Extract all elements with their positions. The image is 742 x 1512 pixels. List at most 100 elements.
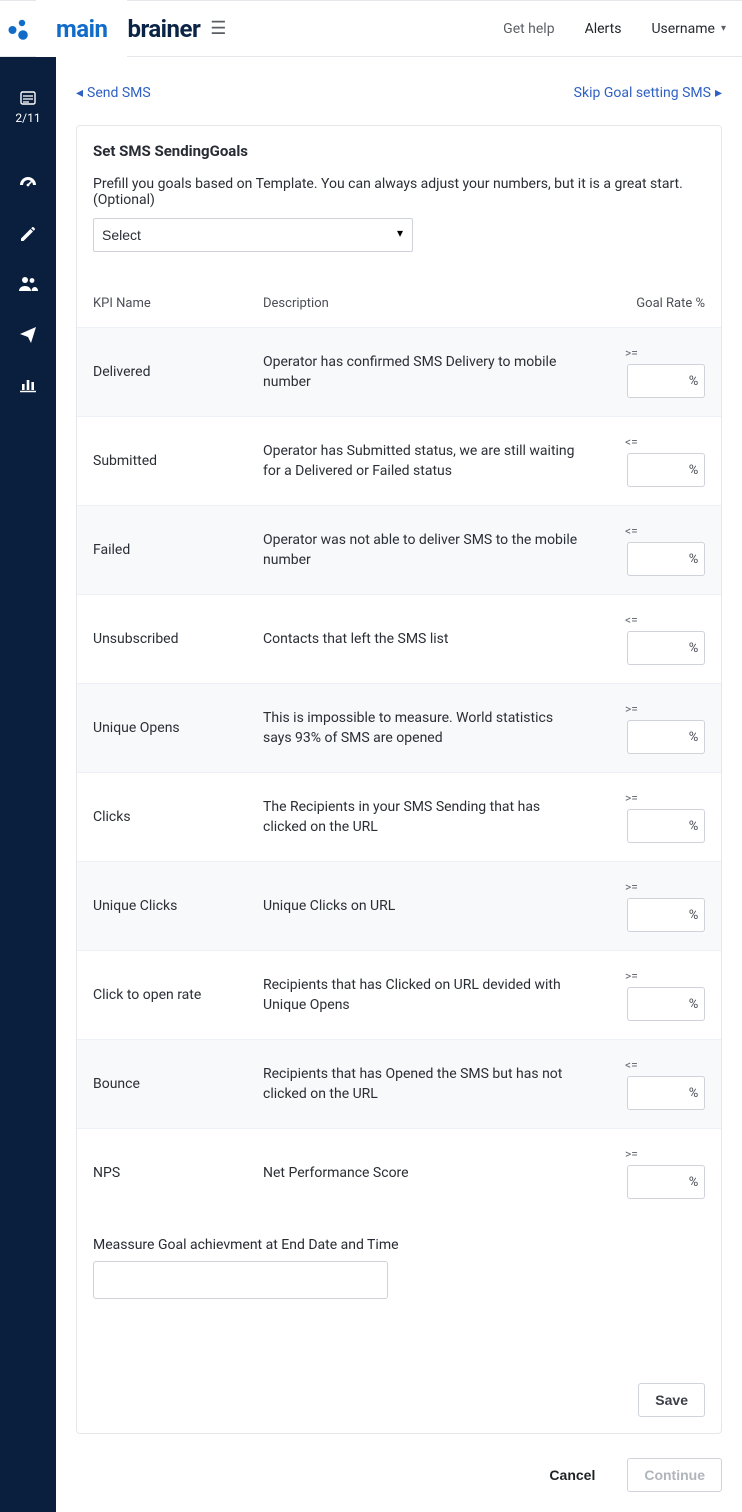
kpi-operator: >= (595, 346, 705, 360)
percent-suffix: % (683, 987, 705, 1021)
save-button[interactable]: Save (638, 1383, 705, 1417)
kpi-row: Click to open rateRecipients that has Cl… (77, 950, 721, 1039)
kpi-name: Clicks (93, 809, 263, 825)
kpi-name: Unique Clicks (93, 898, 263, 914)
kpi-operator: >= (595, 969, 705, 983)
percent-suffix: % (683, 453, 705, 487)
kpi-goal-input[interactable] (627, 631, 683, 665)
caret-down-icon: ▾ (721, 23, 726, 34)
logo-icon (6, 17, 30, 41)
step-label: 2/11 (15, 111, 40, 125)
user-menu[interactable]: Username ▾ (651, 21, 726, 37)
sidebar-item-dashboard[interactable] (0, 163, 56, 205)
sidebar-item-audience[interactable] (0, 263, 56, 305)
kpi-description: Operator has confirmed SMS Delivery to m… (263, 352, 595, 393)
kpi-goal-input[interactable] (627, 542, 683, 576)
step-indicator[interactable]: 2/11 (15, 91, 40, 125)
kpi-goal-cell: >=% (595, 1147, 705, 1199)
main-content: ◂ Send SMS Skip Goal setting SMS ▸ Set S… (56, 57, 742, 1512)
kpi-goal-cell: <=% (595, 435, 705, 487)
col-kpi-name: KPI Name (93, 296, 263, 311)
cancel-button[interactable]: Cancel (533, 1458, 611, 1492)
sidebar-item-edit[interactable] (0, 213, 56, 255)
kpi-goal-cell: >=% (595, 346, 705, 398)
kpi-goal-input[interactable] (627, 453, 683, 487)
help-link[interactable]: Get help (503, 21, 554, 37)
percent-suffix: % (683, 1165, 705, 1199)
kpi-row: ClicksThe Recipients in your SMS Sending… (77, 772, 721, 861)
kpi-goal-cell: >=% (595, 969, 705, 1021)
back-link[interactable]: ◂ Send SMS (76, 85, 151, 101)
kpi-name: Failed (93, 542, 263, 558)
kpi-row: UnsubscribedContacts that left the SMS l… (77, 594, 721, 683)
skip-link-label: Skip Goal setting SMS (574, 85, 711, 101)
kpi-description: Contacts that left the SMS list (263, 629, 595, 649)
kpi-operator: >= (595, 791, 705, 805)
kpi-goal-input[interactable] (627, 364, 683, 398)
kpi-goal-input[interactable] (627, 809, 683, 843)
sidebar-item-send[interactable] (0, 313, 56, 355)
goals-card: Set SMS SendingGoals Prefill you goals b… (76, 125, 722, 1434)
kpi-operator: <= (595, 1058, 705, 1072)
continue-button[interactable]: Continue (627, 1458, 722, 1492)
audience-icon (18, 275, 38, 293)
logo[interactable]: mainbrainer (6, 15, 200, 43)
kpi-row: BounceRecipients that has Opened the SMS… (77, 1039, 721, 1128)
hamburger-icon[interactable]: ☰ (210, 18, 226, 39)
kpi-description: Net Performance Score (263, 1163, 595, 1183)
kpi-goal-cell: <=% (595, 613, 705, 665)
kpi-name: Unsubscribed (93, 631, 263, 647)
kpi-description: Operator was not able to deliver SMS to … (263, 530, 595, 571)
kpi-operator: <= (595, 524, 705, 538)
percent-suffix: % (683, 542, 705, 576)
percent-suffix: % (683, 1076, 705, 1110)
percent-suffix: % (683, 809, 705, 843)
percent-suffix: % (683, 364, 705, 398)
kpi-row: SubmittedOperator has Submitted status, … (77, 416, 721, 505)
back-link-label: Send SMS (87, 85, 151, 101)
skip-link[interactable]: Skip Goal setting SMS ▸ (574, 85, 722, 101)
kpi-name: Bounce (93, 1076, 263, 1092)
col-goal-rate: Goal Rate % (595, 296, 705, 311)
kpi-description: Operator has Submitted status, we are st… (263, 441, 595, 482)
kpi-name: Delivered (93, 364, 263, 380)
kpi-description: The Recipients in your SMS Sending that … (263, 797, 595, 838)
kpi-goal-input[interactable] (627, 1165, 683, 1199)
percent-suffix: % (683, 720, 705, 754)
kpi-goal-input[interactable] (627, 898, 683, 932)
kpi-row: Unique OpensThis is impossible to measur… (77, 683, 721, 772)
kpi-goal-input[interactable] (627, 987, 683, 1021)
card-title: Set SMS SendingGoals (77, 126, 721, 176)
kpi-name: Click to open rate (93, 987, 263, 1003)
logo-text: mainbrainer (36, 15, 200, 43)
kpi-goal-cell: <=% (595, 524, 705, 576)
alerts-link[interactable]: Alerts (585, 21, 622, 37)
send-icon (19, 325, 37, 343)
kpi-name: NPS (93, 1165, 263, 1181)
edit-icon (19, 225, 37, 243)
kpi-row: NPSNet Performance Score>=% (77, 1128, 721, 1217)
template-select[interactable]: Select (93, 218, 413, 252)
kpi-description: Recipients that has Opened the SMS but h… (263, 1064, 595, 1105)
kpi-goal-cell: >=% (595, 702, 705, 754)
col-description: Description (263, 296, 595, 311)
kpi-table-header: KPI Name Description Goal Rate % (93, 276, 705, 327)
kpi-goal-cell: >=% (595, 880, 705, 932)
kpi-goal-cell: <=% (595, 1058, 705, 1110)
percent-suffix: % (683, 631, 705, 665)
caret-right-icon: ▸ (715, 85, 722, 101)
kpi-row: Unique ClicksUnique Clicks on URL>=% (77, 861, 721, 950)
kpi-goal-input[interactable] (627, 720, 683, 754)
kpi-goal-input[interactable] (627, 1076, 683, 1110)
caret-left-icon: ◂ (76, 85, 83, 101)
dashboard-icon (18, 174, 38, 194)
measure-datetime-input[interactable] (93, 1261, 388, 1299)
reports-icon (19, 375, 37, 393)
kpi-row: FailedOperator was not able to deliver S… (77, 505, 721, 594)
kpi-operator: <= (595, 435, 705, 449)
steps-icon (15, 91, 40, 109)
sidebar-item-reports[interactable] (0, 363, 56, 405)
kpi-goal-cell: >=% (595, 791, 705, 843)
kpi-operator: <= (595, 613, 705, 627)
username-label: Username (651, 21, 715, 37)
